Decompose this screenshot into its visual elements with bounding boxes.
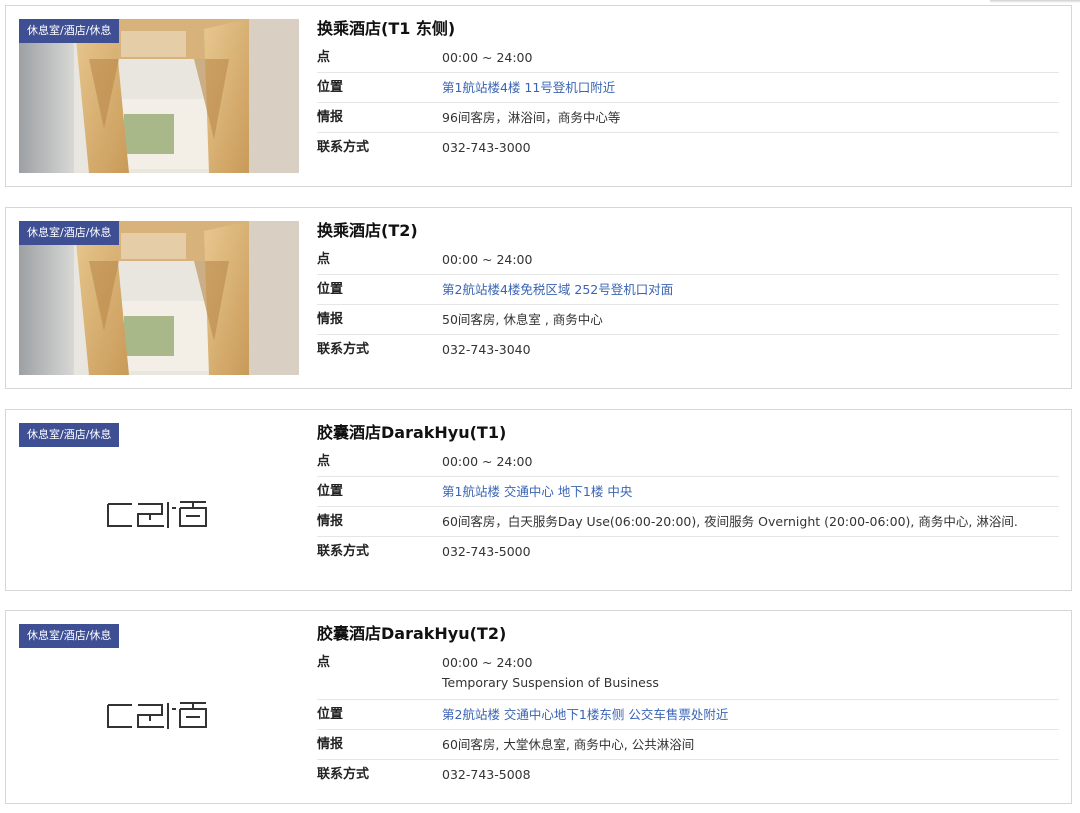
- location-label: 位置: [317, 80, 344, 95]
- location-link[interactable]: 第2航站楼4楼免税区域 252号登机口对面: [442, 275, 673, 304]
- hours-time: 00:00 ~ 24:00: [442, 655, 533, 670]
- hotel-title: 换乘酒店(T1 东侧): [317, 19, 456, 38]
- contact-row: 联系方式 032-743-5000: [317, 537, 1059, 566]
- info-value: 60间客房, 大堂休息室, 商务中心, 公共淋浴间: [442, 737, 695, 752]
- hotel-media[interactable]: 休息室/酒店/休息: [19, 19, 299, 173]
- hotel-title: 换乘酒店(T2): [317, 221, 418, 240]
- hotel-card[interactable]: 休息室/酒店/休息 换乘酒店(T2) 点 00:00 ~ 24:00 位置 第2…: [5, 207, 1072, 389]
- contact-value: 032-743-5000: [442, 544, 531, 559]
- hotel-card[interactable]: 休息室/酒店/休息 胶囊酒店DarakHyu(T2) 点 00:00 ~ 24:…: [5, 610, 1072, 804]
- hotel-title: 胶囊酒店DarakHyu(T1): [317, 423, 507, 442]
- contact-label: 联系方式: [317, 140, 370, 155]
- contact-row: 联系方式 032-743-3000: [317, 133, 1059, 162]
- info-value: 60间客房，白天服务Day Use(06:00-20:00), 夜间服务 Ove…: [442, 514, 1018, 529]
- hours-row: 点 00:00 ~ 24:00 Temporary Suspension of …: [317, 648, 1059, 700]
- info-row: 情报 96间客房，淋浴间，商务中心等: [317, 103, 1059, 133]
- hours-label: 点: [317, 454, 331, 469]
- hours-value: 00:00 ~ 24:00: [442, 252, 533, 267]
- hours-row: 点 00:00 ~ 24:00: [317, 245, 1059, 275]
- contact-value: 032-743-3000: [442, 140, 531, 155]
- hours-row: 点 00:00 ~ 24:00: [317, 447, 1059, 477]
- hotel-info: 换乘酒店(T1 东侧) 点 00:00 ~ 24:00 位置 第1航站楼4楼 1…: [317, 15, 1059, 162]
- location-link[interactable]: 第1航站楼4楼 11号登机口附近: [442, 73, 615, 102]
- hotel-info: 胶囊酒店DarakHyu(T2) 点 00:00 ~ 24:00 Tempora…: [317, 620, 1059, 789]
- hotel-media[interactable]: 休息室/酒店/休息: [19, 221, 299, 375]
- contact-value: 032-743-3040: [442, 342, 531, 357]
- location-row: 位置 第2航站楼4楼免税区域 252号登机口对面: [317, 275, 1059, 305]
- category-badge: 休息室/酒店/休息: [19, 624, 120, 648]
- hours-label: 点: [317, 252, 331, 267]
- category-badge: 休息室/酒店/休息: [19, 423, 120, 447]
- info-label: 情报: [317, 312, 344, 327]
- category-badge: 休息室/酒店/休息: [19, 19, 120, 43]
- top-shadow: [990, 0, 1080, 3]
- location-label: 位置: [317, 707, 344, 722]
- location-row: 位置 第1航站楼 交通中心 地下1楼 中央: [317, 477, 1059, 507]
- hotel-info: 换乘酒店(T2) 点 00:00 ~ 24:00 位置 第2航站楼4楼免税区域 …: [317, 217, 1059, 364]
- location-label: 位置: [317, 282, 344, 297]
- hours-row: 点 00:00 ~ 24:00: [317, 43, 1059, 73]
- info-label: 情报: [317, 514, 344, 529]
- hours-label: 点: [317, 655, 331, 670]
- info-value: 50间客房, 休息室 , 商务中心: [442, 312, 603, 327]
- info-row: 情报 60间客房，白天服务Day Use(06:00-20:00), 夜间服务 …: [317, 507, 1059, 537]
- contact-row: 联系方式 032-743-3040: [317, 335, 1059, 364]
- hotel-title: 胶囊酒店DarakHyu(T2): [317, 624, 507, 643]
- info-value: 96间客房，淋浴间，商务中心等: [442, 110, 621, 125]
- hours-value: 00:00 ~ 24:00: [442, 50, 533, 65]
- location-label: 位置: [317, 484, 344, 499]
- info-row: 情报 50间客房, 休息室 , 商务中心: [317, 305, 1059, 335]
- hotel-card[interactable]: 休息室/酒店/休息 胶囊酒店DarakHyu(T1) 点 00:00 ~ 24:…: [5, 409, 1072, 591]
- location-row: 位置 第1航站楼4楼 11号登机口附近: [317, 73, 1059, 103]
- location-link[interactable]: 第1航站楼 交通中心 地下1楼 中央: [442, 477, 632, 506]
- hotel-card[interactable]: 休息室/酒店/休息 换乘酒店(T1 东侧) 点 00:00 ~ 24:00 位置…: [5, 5, 1072, 187]
- contact-label: 联系方式: [317, 544, 370, 559]
- hotel-info: 胶囊酒店DarakHyu(T1) 点 00:00 ~ 24:00 位置 第1航站…: [317, 419, 1059, 566]
- contact-row: 联系方式 032-743-5008: [317, 760, 1059, 789]
- info-row: 情报 60间客房, 大堂休息室, 商务中心, 公共淋浴间: [317, 730, 1059, 760]
- location-link[interactable]: 第2航站楼 交通中心地下1楼东侧 公交车售票处附近: [442, 700, 728, 729]
- hotel-media[interactable]: 休息室/酒店/休息: [19, 423, 299, 577]
- category-badge: 休息室/酒店/休息: [19, 221, 120, 245]
- location-row: 位置 第2航站楼 交通中心地下1楼东侧 公交车售票处附近: [317, 700, 1059, 730]
- info-label: 情报: [317, 110, 344, 125]
- hours-value: 00:00 ~ 24:00: [442, 454, 533, 469]
- hours-note: Temporary Suspension of Business: [442, 675, 659, 690]
- hours-label: 点: [317, 50, 331, 65]
- contact-value: 032-743-5008: [442, 767, 531, 782]
- hours-value: 00:00 ~ 24:00 Temporary Suspension of Bu…: [442, 648, 659, 699]
- contact-label: 联系方式: [317, 342, 370, 357]
- hotel-media[interactable]: 休息室/酒店/休息: [19, 624, 299, 778]
- contact-label: 联系方式: [317, 767, 370, 782]
- info-label: 情报: [317, 737, 344, 752]
